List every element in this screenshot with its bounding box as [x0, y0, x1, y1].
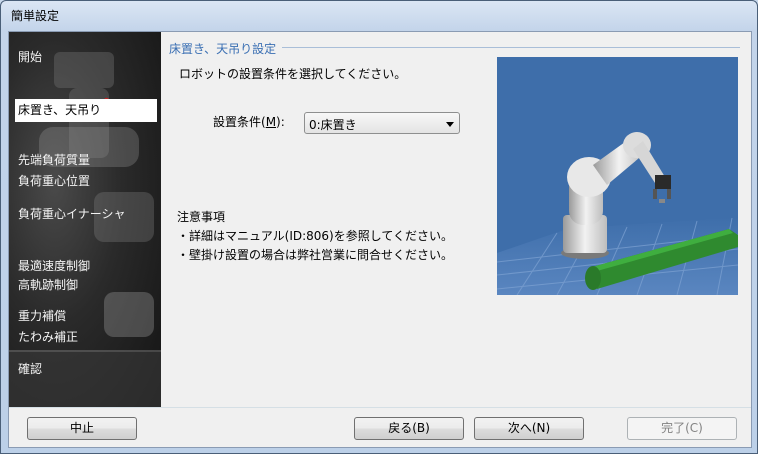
nav-step-floor-ceiling[interactable]: 床置き、天吊り	[15, 99, 157, 122]
nav-step-gravity-compensation[interactable]: 重力補償	[18, 308, 66, 324]
dialog-window: 簡単設定 DENSO 開始 床置き、天吊り 先端負荷質量 負荷重心位置 負荷重心…	[0, 0, 758, 454]
button-bar: 中止 戻る(B) 次へ(N) 完了(C)	[9, 407, 751, 447]
back-button[interactable]: 戻る(B)	[354, 417, 464, 440]
chevron-down-icon	[446, 122, 454, 127]
nav-step-load-center-position[interactable]: 負荷重心位置	[18, 173, 90, 189]
nav-step-start[interactable]: 開始	[18, 49, 42, 65]
instruction-text: ロボットの設置条件を選択してください。	[179, 67, 407, 81]
installation-condition-value: 0:床置き	[309, 118, 357, 132]
installation-condition-label: 設置条件(M):	[213, 115, 285, 129]
dialog-client-area: DENSO 開始 床置き、天吊り 先端負荷質量 負荷重心位置 負荷重心イナーシャ…	[8, 31, 752, 448]
nav-step-high-trajectory-control[interactable]: 高軌跡制御	[18, 277, 78, 293]
wizard-step-nav: DENSO 開始 床置き、天吊り 先端負荷質量 負荷重心位置 負荷重心イナーシャ…	[9, 32, 161, 407]
finish-button[interactable]: 完了(C)	[627, 417, 737, 440]
note-line: ・詳細はマニュアル(ID:806)を参照してください。	[177, 229, 454, 243]
nav-step-confirm[interactable]: 確認	[18, 361, 42, 377]
robot-preview-image	[497, 57, 738, 295]
nav-step-optimal-speed-control[interactable]: 最適速度制御	[18, 258, 90, 274]
cancel-button[interactable]: 中止	[27, 417, 137, 440]
main-panel: 床置き、天吊り設定 ロボットの設置条件を選択してください。 設置条件(M): 0…	[161, 32, 753, 407]
nav-step-load-center-inertia[interactable]: 負荷重心イナーシャ	[18, 206, 126, 222]
group-divider	[282, 47, 740, 48]
window-title: 簡単設定	[11, 9, 60, 23]
note-line: ・壁掛け設置の場合は弊社営業に問合せください。	[177, 248, 454, 262]
notes-title: 注意事項	[177, 210, 226, 224]
group-title: 床置き、天吊り設定	[169, 42, 277, 56]
installation-condition-select[interactable]: 0:床置き	[304, 112, 460, 134]
nav-step-deflection-correction[interactable]: たわみ補正	[18, 329, 78, 345]
next-button[interactable]: 次へ(N)	[474, 417, 584, 440]
title-bar[interactable]: 簡単設定	[1, 1, 757, 31]
nav-step-tip-load-mass[interactable]: 先端負荷質量	[18, 152, 90, 168]
